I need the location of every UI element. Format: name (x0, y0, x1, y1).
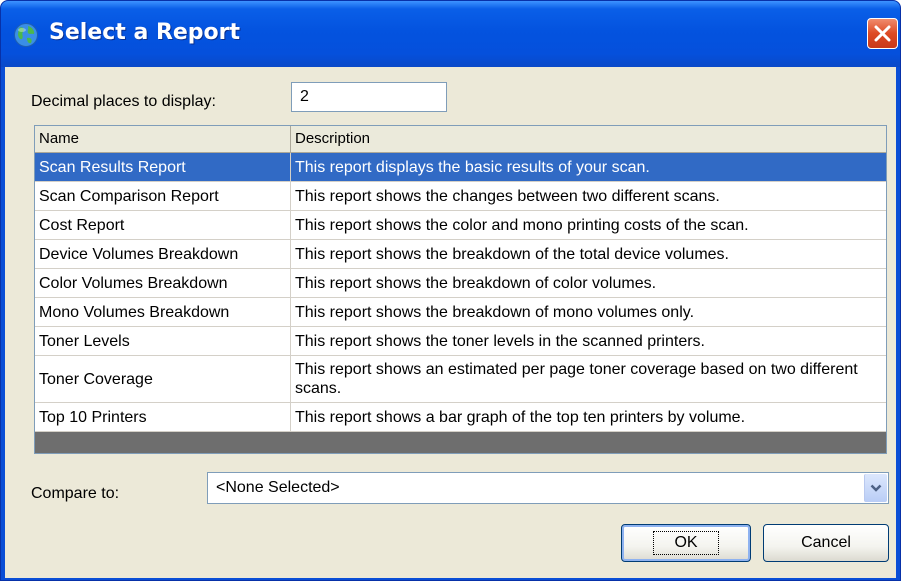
decimal-places-label: Decimal places to display: (31, 93, 216, 110)
table-row[interactable]: Scan Results Report This report displays… (35, 153, 886, 182)
table-row[interactable]: Toner Coverage This report shows an esti… (35, 356, 886, 403)
title-bar[interactable]: Select a Report (1, 1, 900, 67)
report-description: This report shows the breakdown of the t… (295, 245, 729, 263)
report-name: Color Volumes Breakdown (35, 269, 291, 297)
report-description: This report shows the breakdown of color… (295, 274, 657, 292)
report-description: This report shows the changes between tw… (295, 187, 720, 205)
report-description: This report shows the toner levels in th… (295, 332, 705, 350)
table-row[interactable]: Device Volumes Breakdown This report sho… (35, 240, 886, 269)
column-header-description[interactable]: Description (291, 126, 886, 152)
table-row[interactable]: Mono Volumes Breakdown This report shows… (35, 298, 886, 327)
compare-to-label: Compare to: (31, 485, 120, 502)
globe-icon (14, 23, 38, 47)
report-description: This report shows an estimated per page … (295, 361, 858, 397)
ok-button[interactable]: OK (621, 524, 751, 562)
report-description: This report displays the basic results o… (295, 158, 650, 176)
table-row[interactable]: Cost Report This report shows the color … (35, 211, 886, 240)
report-name: Scan Comparison Report (35, 182, 291, 210)
report-name: Toner Levels (35, 327, 291, 355)
table-row[interactable]: Top 10 Printers This report shows a bar … (35, 403, 886, 432)
report-description: This report shows the color and mono pri… (295, 216, 749, 234)
report-description: This report shows a bar graph of the top… (295, 408, 746, 426)
ok-button-label: OK (653, 531, 719, 555)
report-description: This report shows the breakdown of mono … (295, 303, 695, 321)
report-name: Toner Coverage (35, 356, 291, 402)
chevron-down-icon (870, 484, 882, 492)
report-name: Device Volumes Breakdown (35, 240, 291, 268)
grid-header: Name Description (35, 126, 886, 153)
dropdown-button[interactable] (864, 474, 887, 502)
table-row[interactable]: Scan Comparison Report This report shows… (35, 182, 886, 211)
report-name: Scan Results Report (35, 153, 291, 181)
window-title: Select a Report (49, 20, 241, 45)
column-header-name[interactable]: Name (35, 126, 291, 152)
table-row[interactable]: Toner Levels This report shows the toner… (35, 327, 886, 356)
compare-to-value: <None Selected> (216, 479, 340, 496)
report-name: Mono Volumes Breakdown (35, 298, 291, 326)
report-name: Cost Report (35, 211, 291, 239)
close-button[interactable] (867, 18, 898, 49)
decimal-places-input[interactable] (291, 82, 447, 112)
select-report-dialog: Select a Report Decimal places to displa… (0, 0, 901, 581)
cancel-button[interactable]: Cancel (763, 524, 889, 562)
dialog-body: Decimal places to display: Name Descript… (5, 67, 896, 578)
report-name: Top 10 Printers (35, 403, 291, 431)
table-row[interactable]: Color Volumes Breakdown This report show… (35, 269, 886, 298)
report-grid[interactable]: Name Description Scan Results Report Thi… (34, 125, 887, 454)
close-icon (874, 25, 891, 42)
compare-to-dropdown[interactable]: <None Selected> (207, 472, 889, 504)
